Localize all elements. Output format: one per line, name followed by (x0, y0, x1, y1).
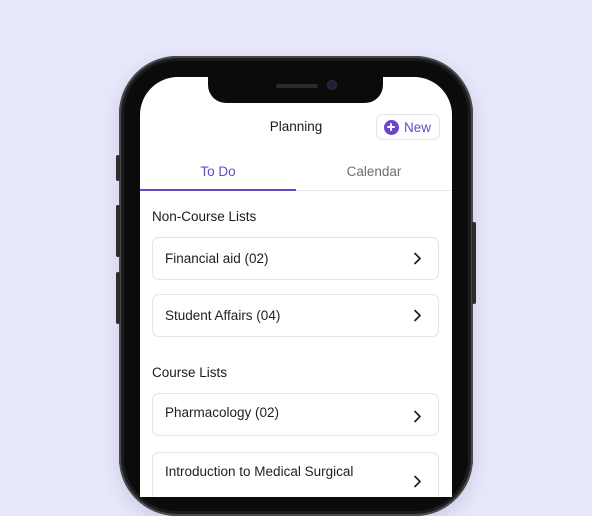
chevron-right-icon (410, 309, 424, 323)
list-item-label: Introduction to Medical Surgical (165, 464, 354, 479)
phone-power-button (472, 222, 476, 304)
section-title-course: Course Lists (152, 365, 228, 380)
chevron-right-icon (410, 409, 424, 423)
speaker-grille (276, 84, 318, 88)
chevron-right-icon (410, 474, 424, 488)
list-item-label: Financial aid (02) (165, 251, 269, 266)
app-screen: Planning New To Do Calendar Non-Course L… (140, 77, 452, 497)
tab-calendar[interactable]: Calendar (296, 157, 452, 190)
tab-bar: To Do Calendar (140, 157, 452, 191)
list-item-student-affairs[interactable]: Student Affairs (04) (152, 294, 439, 337)
section-title-non-course: Non-Course Lists (152, 209, 257, 224)
phone-side-button-volume-down (116, 272, 120, 324)
list-item-pharmacology[interactable]: Pharmacology (02) (152, 393, 439, 436)
front-camera (328, 81, 336, 89)
chevron-right-icon (410, 252, 424, 266)
list-item-label: Pharmacology (02) (165, 405, 280, 420)
plus-circle-icon (383, 119, 399, 135)
list-item-label: Student Affairs (04) (165, 308, 281, 323)
new-button-label: New (403, 119, 431, 135)
list-item-financial-aid[interactable]: Financial aid (02) (152, 237, 439, 280)
phone-notch (208, 77, 383, 103)
tab-to-do[interactable]: To Do (140, 157, 296, 191)
phone-side-button-volume-up (116, 205, 120, 257)
new-button[interactable]: New (375, 114, 440, 140)
phone-side-button-silent (116, 155, 120, 181)
list-item-intro-medical-surgical[interactable]: Introduction to Medical Surgical (152, 452, 439, 497)
